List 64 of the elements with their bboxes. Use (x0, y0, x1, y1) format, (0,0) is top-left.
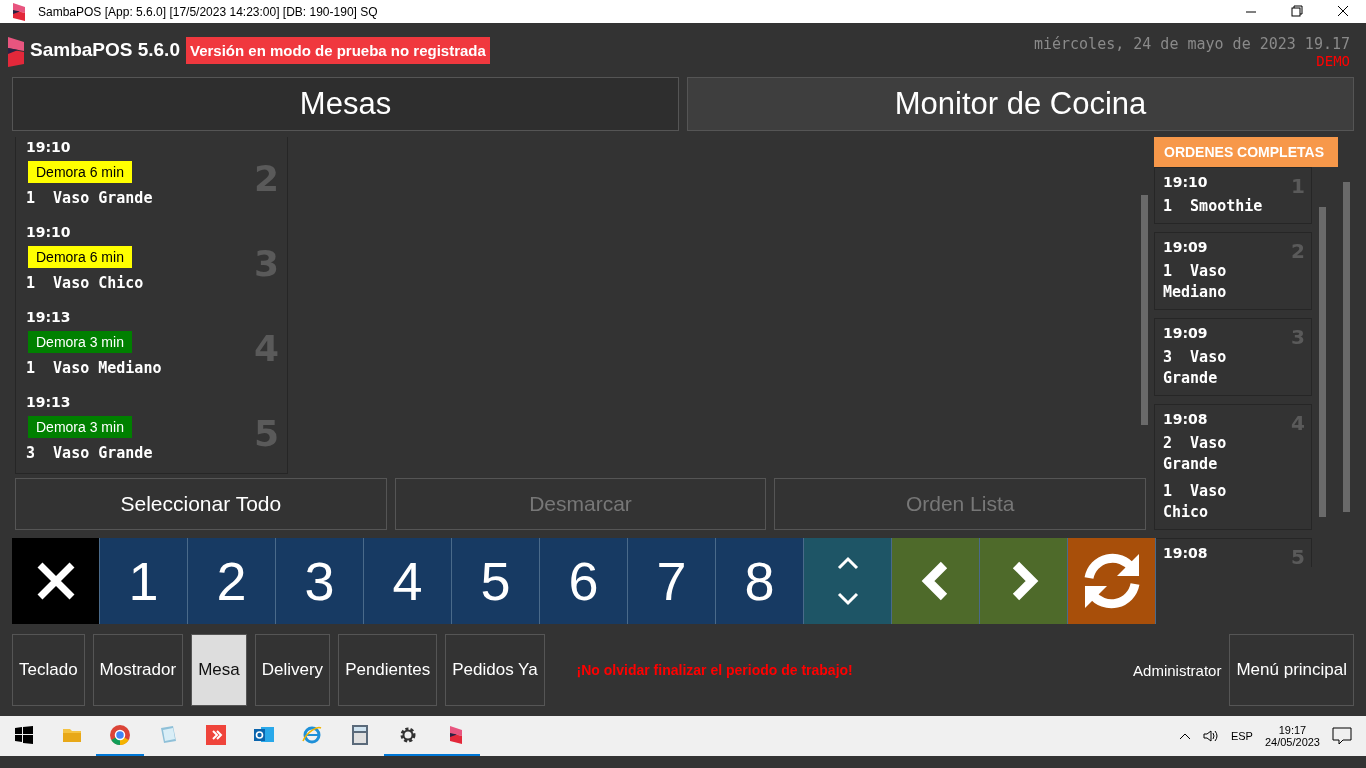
delay-badge: Demora 6 min (28, 246, 132, 268)
brand-name: SambaPOS 5.6.0 (30, 39, 180, 61)
mode-button[interactable]: Mesa (191, 634, 247, 706)
close-button[interactable] (12, 538, 100, 624)
order-time: 19:10 (26, 139, 71, 155)
volume-icon[interactable] (1202, 729, 1219, 743)
order-item: 1 Vaso Grande (26, 189, 154, 207)
action-button[interactable]: Seleccionar Todo (15, 478, 387, 530)
number-key[interactable]: 2 (188, 538, 276, 624)
order-time: 19:09 (1163, 325, 1208, 341)
number-key[interactable]: 7 (628, 538, 716, 624)
number-key[interactable]: 6 (540, 538, 628, 624)
mode-button[interactable]: Pendientes (338, 634, 438, 706)
date-time: miércoles, 24 de mayo de 2023 19.17 (1033, 35, 1350, 53)
number-key[interactable]: 5 (452, 538, 540, 624)
language-indicator[interactable]: ESP (1230, 730, 1253, 742)
mode-button[interactable]: Teclado (12, 634, 85, 706)
mode-button[interactable]: Mostrador (92, 634, 184, 706)
notification-icon[interactable] (1332, 727, 1352, 745)
previous-button[interactable] (892, 538, 980, 624)
start-icon[interactable] (15, 726, 33, 744)
mode-label: DEMO (1316, 53, 1350, 69)
order-time: 19:08 (1163, 411, 1208, 427)
web-browser-icon[interactable] (301, 724, 323, 746)
order-item: 1 Vaso Mediano (1163, 261, 1228, 303)
order-item: 1 Vaso Mediano (26, 359, 163, 377)
delay-badge: Demora 6 min (28, 161, 132, 183)
refresh-button[interactable] (1068, 538, 1156, 624)
trial-notice: Versión en modo de prueba no registrada (185, 37, 490, 64)
number-key[interactable]: 4 (364, 538, 452, 624)
order-item: 2 Vaso Grande (1163, 433, 1228, 475)
tab[interactable]: Monitor de Cocina (687, 77, 1354, 131)
order-item: 1 Vaso Chico (1163, 481, 1228, 523)
order-item: 3 Vaso Grande (1163, 347, 1228, 389)
order-time: 19:08 (1163, 545, 1208, 561)
app-logo-icon (8, 37, 26, 67)
main-menu-button[interactable]: Menú principal (1229, 634, 1354, 706)
window-title: SambaPOS [App: 5.6.0] [17/5/2023 14:23:00] [DB: 190-190] SQ (38, 4, 379, 19)
scroll-button[interactable] (804, 538, 892, 624)
caret-up-icon[interactable] (1178, 731, 1191, 741)
clock[interactable]: 19:17 24/05/2023 (1264, 724, 1320, 748)
mode-button[interactable]: Pedidos Ya (445, 634, 545, 706)
order-item: 1 Smoothie (1163, 196, 1263, 217)
user-name: Administrator (1133, 661, 1222, 679)
order-time: 19:10 (1163, 174, 1208, 190)
order-time: 19:13 (26, 394, 71, 410)
remote-desktop-icon[interactable] (205, 724, 227, 746)
warning-message: ¡No olvidar finalizar el periodo de trabajo! (576, 662, 854, 678)
section-header: ORDENES COMPLETAS (1154, 137, 1338, 167)
order-time: 19:09 (1163, 239, 1208, 255)
delay-badge: Demora 3 min (28, 331, 132, 353)
order-time: 19:10 (26, 224, 71, 240)
tab[interactable]: Mesas (12, 77, 679, 131)
number-key[interactable]: 3 (276, 538, 364, 624)
next-button[interactable] (980, 538, 1068, 624)
order-item: 3 Vaso Grande (26, 444, 154, 462)
browser-icon[interactable] (109, 724, 131, 746)
calculator-icon[interactable] (349, 724, 371, 746)
order-time: 19:13 (26, 309, 71, 325)
number-key[interactable]: 1 (100, 538, 188, 624)
order-item: 1 Vaso Chico (26, 274, 145, 292)
delay-badge: Demora 3 min (28, 416, 132, 438)
mode-button[interactable]: Delivery (254, 634, 331, 706)
number-key[interactable]: 8 (716, 538, 804, 624)
